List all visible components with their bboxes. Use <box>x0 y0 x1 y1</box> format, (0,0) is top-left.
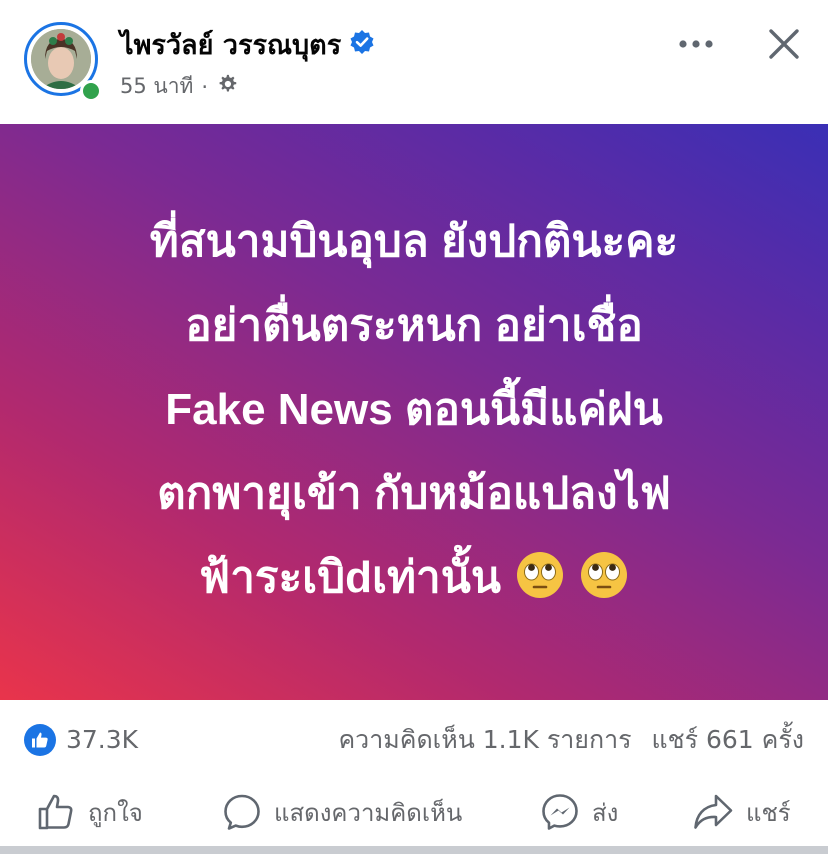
like-reaction-icon[interactable] <box>24 724 56 756</box>
post-line-5: ฟ้าระเบิdเท่านั้น <box>199 553 501 602</box>
share-button[interactable]: แชร์ <box>692 788 791 836</box>
thumbs-up-icon <box>38 794 73 830</box>
messenger-icon <box>542 794 578 830</box>
comment-label: แสดงความคิดเห็น <box>274 798 463 827</box>
rolling-eyes-emoji-icon <box>580 552 627 599</box>
like-label: ถูกใจ <box>88 798 143 827</box>
share-count[interactable]: แชร์ 661 ครั้ง <box>652 725 804 754</box>
meta-separator: · <box>201 74 209 99</box>
post-action-bar: ถูกใจ แสดงความคิดเห็น ส่ง แชร์ <box>0 780 828 844</box>
send-label: ส่ง <box>592 798 619 827</box>
avatar-image <box>31 29 91 89</box>
share-label: แชร์ <box>746 798 791 827</box>
post-content-background: ที่สนามบินอุบล ยังปกตินะคะ อย่าตื่นตระหน… <box>0 124 828 700</box>
post-line-5-wrap: ฟ้าระเบิdเท่านั้น <box>34 536 794 620</box>
online-status-dot <box>80 80 102 102</box>
rolling-eyes-emoji-icon <box>516 552 563 599</box>
post-line-4: ตกพายุเข้า กับหม้อแปลงไฟ <box>157 469 671 518</box>
more-dots-icon <box>679 40 713 48</box>
share-arrow-icon <box>694 794 733 829</box>
close-button[interactable] <box>760 22 808 66</box>
like-count[interactable]: 37.3K <box>66 724 138 756</box>
verified-badge-icon <box>349 29 375 59</box>
bottom-divider <box>0 846 828 854</box>
post-time[interactable]: 55 นาที <box>120 70 193 103</box>
like-button[interactable]: ถูกใจ <box>36 788 143 836</box>
comment-bubble-icon <box>224 794 260 830</box>
comment-count[interactable]: ความคิดเห็น 1.1K รายการ <box>338 725 631 754</box>
post-line-1: ที่สนามบินอุบล ยังปกตินะคะ <box>149 217 679 266</box>
gear-icon <box>216 73 238 100</box>
author-name[interactable]: ไพรวัลย์ วรรณบุตร <box>120 23 341 66</box>
reaction-stats: 37.3K ความคิดเห็น 1.1K รายการ แชร์ 661 ค… <box>0 700 828 780</box>
close-icon <box>769 29 799 59</box>
post-content-text: ที่สนามบินอุบล ยังปกตินะคะ อย่าตื่นตระหน… <box>34 200 794 620</box>
send-button[interactable]: ส่ง <box>540 788 618 836</box>
more-options-button[interactable] <box>668 24 724 64</box>
comment-button[interactable]: แสดงความคิดเห็น <box>222 788 462 836</box>
post-line-2: อย่าตื่นตระหนก อย่าเชื่อ <box>185 301 643 350</box>
post-header: ไพรวัลย์ วรรณบุตร 55 นาที · <box>0 0 828 124</box>
post-line-3: Fake News ตอนนี้มีแค่ฝน <box>165 385 663 434</box>
